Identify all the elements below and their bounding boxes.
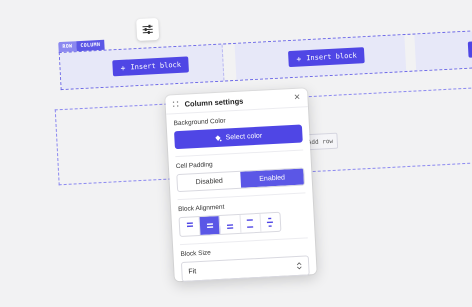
row-container[interactable]: ROW COLUMN + Insert block + Insert block (58, 29, 472, 91)
divider (177, 192, 306, 201)
column-tag[interactable]: COLUMN (76, 39, 105, 52)
align-top-icon (186, 222, 193, 228)
align-distribute-option[interactable] (260, 213, 280, 232)
sliders-icon (142, 24, 153, 34)
block-size-select[interactable]: Fit (180, 255, 310, 283)
row-tag[interactable]: ROW (58, 41, 77, 53)
divider (179, 237, 308, 246)
align-bottom-icon (226, 224, 234, 229)
paint-bucket-icon (215, 134, 222, 141)
close-icon[interactable]: ✕ (293, 93, 300, 102)
plus-icon: + (120, 63, 126, 73)
drag-handle-icon[interactable] (172, 101, 179, 107)
chevron-up-down-icon (296, 262, 302, 270)
align-spread-icon (246, 219, 254, 228)
block-size-value: Fit (188, 267, 197, 276)
canvas: ROW COLUMN + Insert block + Insert block… (0, 0, 472, 307)
panel-title: Column settings (184, 96, 244, 109)
block-size-section: Block Size Fit (173, 244, 316, 283)
align-bottom-option[interactable] (219, 214, 242, 234)
panel-header[interactable]: Column settings ✕ (165, 88, 308, 115)
plus-icon: + (296, 53, 302, 64)
select-color-button[interactable]: Select color (174, 124, 303, 150)
align-distribute-icon (267, 217, 274, 227)
align-spread-option[interactable] (240, 213, 262, 233)
divider (175, 149, 304, 158)
settings-toolbar-button[interactable] (136, 17, 160, 42)
cell-padding-toggle: Disabled Enabled (176, 167, 306, 193)
insert-block-label: Insert block (130, 60, 182, 72)
cell-padding-section: Cell Padding Disabled Enabled (169, 156, 313, 201)
padding-enabled-option[interactable]: Enabled (240, 168, 305, 188)
block-alignment-label: Block Alignment (177, 203, 225, 214)
padding-disabled-option[interactable]: Disabled (177, 172, 241, 191)
insert-block-label: Insert block (306, 51, 357, 63)
select-color-label: Select color (225, 132, 263, 142)
align-top-option[interactable] (179, 216, 201, 237)
align-middle-icon (206, 223, 213, 229)
column-settings-panel: Column settings ✕ Background Color Selec… (165, 88, 317, 283)
block-alignment-options (178, 211, 282, 238)
block-alignment-section: Block Alignment (171, 199, 315, 246)
column-cell[interactable] (414, 30, 472, 71)
insert-block-button[interactable] (467, 40, 472, 58)
background-color-section: Background Color Select color (166, 113, 310, 158)
align-middle-option[interactable] (199, 215, 221, 235)
